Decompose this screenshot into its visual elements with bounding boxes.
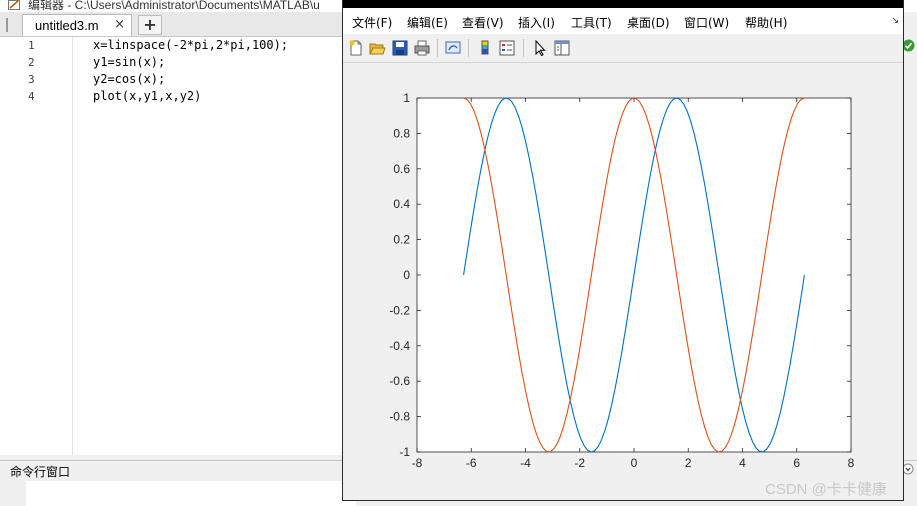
figure-window: 文件(F) 编辑(E) 查看(V) 插入(I) 工具(T) 桌面(D) 窗口(W… (343, 0, 903, 500)
code-line[interactable]: y2=cos(x); (93, 72, 165, 86)
toolbar-separator (468, 39, 469, 57)
tab-label: untitled3.m (35, 18, 99, 33)
code-line[interactable]: plot(x,y1,x,y2) (93, 89, 201, 103)
colorbar-icon[interactable] (476, 39, 494, 57)
editor-tab-bar: untitled3.m × + (0, 12, 343, 37)
figure-canvas[interactable]: -8 -6 -4 -2 0 2 4 6 8 1 0.8 0.6 0.4 0.2 0 -0.2 -0.4 -0.6 -… (343, 63, 903, 500)
x-tick-label: 6 (793, 456, 800, 470)
tab-untitled3[interactable]: untitled3.m × (22, 14, 132, 36)
editor-right-strip (903, 12, 917, 462)
dock-arrow-icon[interactable]: ↘ (891, 16, 899, 26)
menu-file[interactable]: 文件(F) (352, 14, 392, 31)
legend-icon[interactable] (498, 39, 516, 57)
y-tick-label: 0.6 (393, 162, 410, 176)
close-icon[interactable]: × (114, 17, 125, 32)
y-tick-label: -0.8 (389, 410, 410, 424)
y-tick-label: -1 (399, 445, 410, 459)
y-tick-label: 0.2 (393, 233, 410, 247)
menu-desktop[interactable]: 桌面(D) (627, 14, 670, 31)
x-tick-label: -8 (412, 456, 423, 470)
menu-view[interactable]: 查看(V) (462, 14, 504, 31)
y-tick-label: -0.2 (389, 303, 410, 317)
y-tick-label: -0.6 (389, 374, 410, 388)
toolbar-separator (437, 39, 438, 57)
check-ok-icon (902, 39, 915, 52)
toolbar-separator (523, 39, 524, 57)
y-tick-label: -0.4 (389, 339, 410, 353)
x-tick-label: 8 (848, 456, 855, 470)
x-tick-label: 4 (739, 456, 746, 470)
menu-help[interactable]: 帮助(H) (745, 14, 787, 31)
line-number: 2 (28, 56, 35, 69)
line-number: 4 (28, 90, 35, 103)
property-editor-icon[interactable] (553, 39, 571, 57)
print-icon[interactable] (413, 39, 431, 57)
y-tick-label: 0.8 (393, 126, 410, 140)
save-icon[interactable] (391, 39, 409, 57)
line-number-gutter: 1 2 3 4 (0, 37, 73, 455)
expand-icon[interactable] (902, 463, 914, 475)
y-tick-label: 0.4 (393, 197, 410, 211)
pointer-icon[interactable] (531, 39, 549, 57)
command-window-label: 命令行窗口 (10, 465, 71, 479)
code-line[interactable]: x=linspace(-2*pi,2*pi,100); (93, 38, 288, 52)
x-tick-label: -2 (574, 456, 585, 470)
command-window-input[interactable] (26, 481, 356, 506)
x-tick-label: 2 (685, 456, 692, 470)
y-tick-label: 1 (403, 91, 410, 105)
open-file-icon[interactable] (368, 39, 386, 57)
line-number: 1 (28, 39, 35, 52)
tab-scroll-left[interactable] (6, 18, 16, 32)
figure-menu-bar: 文件(F) 编辑(E) 查看(V) 插入(I) 工具(T) 桌面(D) 窗口(W… (343, 8, 903, 34)
figure-title-bar[interactable] (343, 0, 903, 8)
line-number: 3 (28, 73, 35, 86)
code-editor[interactable]: 1 2 3 4 x=linspace(-2*pi,2*pi,100); y1=s… (0, 37, 343, 455)
code-line[interactable]: y1=sin(x); (93, 55, 165, 69)
add-tab-button[interactable]: + (138, 15, 162, 35)
x-tick-label: -4 (520, 456, 531, 470)
link-plot-icon[interactable] (444, 39, 462, 57)
editor-title-text: 编辑器 - C:\Users\Administrator\Documents\M… (28, 0, 320, 12)
y-tick-label: 0 (403, 268, 410, 282)
line-chart[interactable]: -8 -6 -4 -2 0 2 4 6 8 1 0.8 0.6 0.4 0.2 0 -0.2 -0.4 -0.6 -… (343, 63, 903, 500)
x-tick-label: -6 (466, 456, 477, 470)
menu-insert[interactable]: 插入(I) (518, 14, 555, 31)
watermark: CSDN @卡卡健康 (765, 481, 887, 498)
menu-tools[interactable]: 工具(T) (571, 14, 612, 31)
menu-edit[interactable]: 编辑(E) (407, 14, 448, 31)
new-figure-icon[interactable] (347, 39, 365, 57)
menu-window[interactable]: 窗口(W) (684, 14, 729, 31)
x-tick-label: 0 (631, 456, 638, 470)
editor-icon (8, 0, 20, 10)
figure-toolbar (343, 34, 903, 63)
